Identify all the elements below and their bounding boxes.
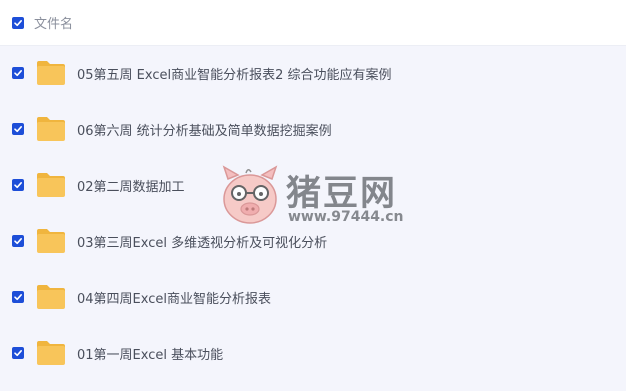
folder-icon — [37, 229, 65, 253]
folder-icon — [37, 61, 65, 85]
file-list-header: 文件名 — [0, 0, 626, 46]
row-checkbox[interactable] — [12, 179, 24, 191]
folder-icon — [37, 341, 65, 365]
checkmark-icon — [14, 238, 22, 245]
file-row[interactable]: 05第五周 Excel商业智能分析报表2 综合功能应有案例 — [0, 45, 626, 101]
column-header-filename[interactable]: 文件名 — [34, 13, 73, 32]
checkmark-icon — [14, 126, 22, 133]
select-all-checkbox[interactable] — [12, 16, 24, 29]
checkmark-icon — [14, 294, 22, 301]
row-checkbox[interactable] — [12, 67, 24, 79]
file-name[interactable]: 02第二周数据加工 — [77, 176, 185, 195]
checkmark-icon — [14, 350, 22, 357]
file-row[interactable]: 06第六周 统计分析基础及简单数据挖掘案例 — [0, 101, 626, 157]
row-checkbox[interactable] — [12, 235, 24, 247]
file-name[interactable]: 03第三周Excel 多维透视分析及可视化分析 — [77, 232, 327, 251]
checkmark-icon — [14, 70, 22, 77]
folder-icon — [37, 117, 65, 141]
file-row[interactable]: 01第一周Excel 基本功能 — [0, 325, 626, 381]
row-checkbox[interactable] — [12, 291, 24, 303]
file-row[interactable]: 02第二周数据加工 — [0, 157, 626, 213]
file-name[interactable]: 06第六周 统计分析基础及简单数据挖掘案例 — [77, 120, 332, 139]
folder-icon — [37, 285, 65, 309]
folder-icon — [37, 173, 65, 197]
file-name[interactable]: 05第五周 Excel商业智能分析报表2 综合功能应有案例 — [77, 64, 392, 83]
row-checkbox[interactable] — [12, 123, 24, 135]
file-row[interactable]: 04第四周Excel商业智能分析报表 — [0, 269, 626, 325]
checkmark-icon — [14, 19, 22, 26]
file-name[interactable]: 01第一周Excel 基本功能 — [77, 344, 223, 363]
row-checkbox[interactable] — [12, 347, 24, 359]
file-row[interactable]: 03第三周Excel 多维透视分析及可视化分析 — [0, 213, 626, 269]
file-name[interactable]: 04第四周Excel商业智能分析报表 — [77, 288, 271, 307]
checkmark-icon — [14, 182, 22, 189]
